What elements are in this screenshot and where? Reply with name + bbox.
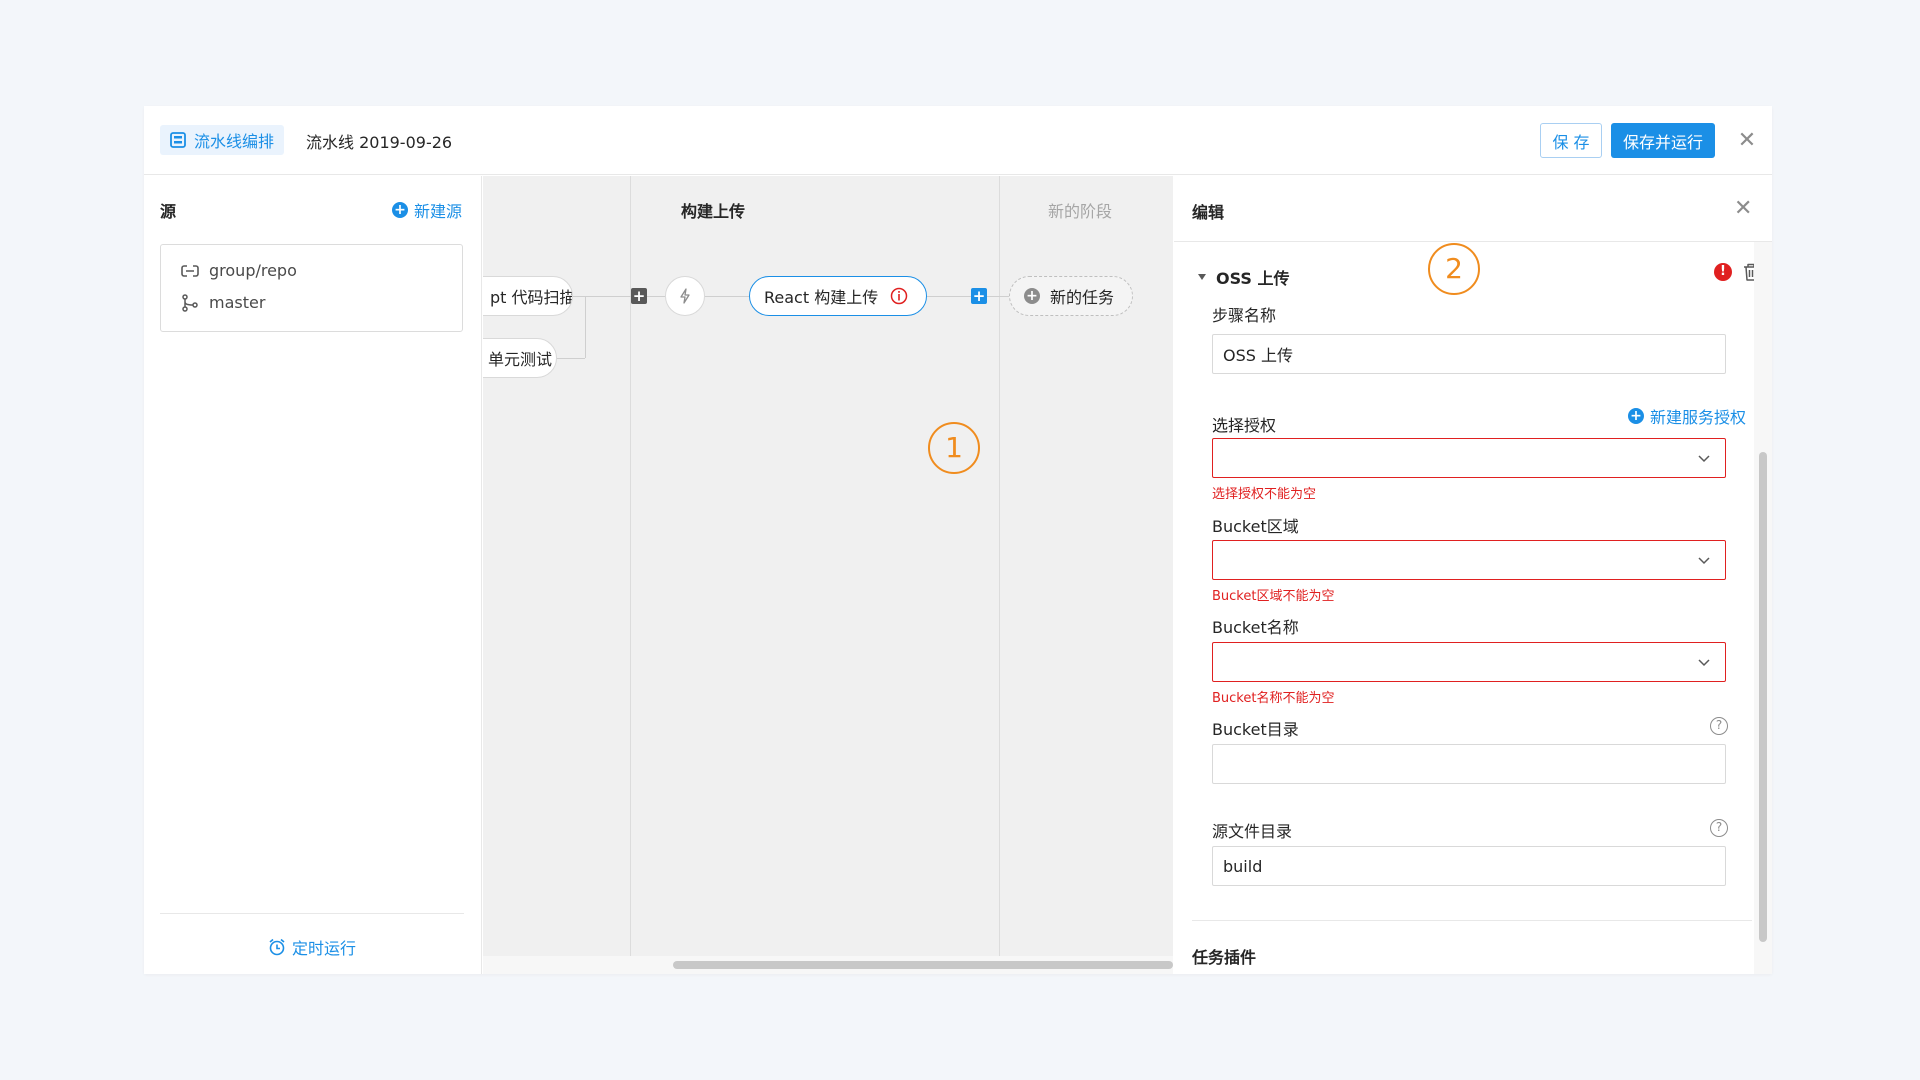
divider xyxy=(160,913,464,914)
bucket-label: Bucket名称 xyxy=(1212,618,1299,637)
stage-divider xyxy=(999,176,1000,956)
connector-line xyxy=(927,296,971,297)
schedule-label: 定时运行 xyxy=(292,939,357,958)
branch-row: master xyxy=(181,293,265,312)
section-title: OSS 上传 xyxy=(1216,269,1290,288)
plus-circle-icon: + xyxy=(1627,408,1644,424)
scrollbar-thumb[interactable] xyxy=(673,961,1173,969)
new-source-label: 新建源 xyxy=(414,202,463,221)
app-label: 流水线编排 xyxy=(194,132,275,151)
section-toggle[interactable]: OSS 上传 xyxy=(1198,265,1290,289)
plus-circle-icon: + xyxy=(1024,288,1040,304)
editor-title: 编辑 xyxy=(1192,203,1225,222)
stage-title-build-upload[interactable]: 构建上传 xyxy=(681,198,745,222)
task-node-label: 单元测试 xyxy=(488,350,553,369)
vertical-scrollbar[interactable] xyxy=(1754,242,1772,974)
chevron-down-icon xyxy=(1698,557,1710,565)
new-service-auth-button[interactable]: + 新建服务授权 xyxy=(1627,404,1746,428)
divider xyxy=(1192,920,1752,921)
link-icon xyxy=(181,264,199,277)
bucket-select[interactable] xyxy=(1212,642,1726,682)
branch-icon xyxy=(182,293,198,312)
task-node-new-task[interactable]: + 新的任务 xyxy=(1009,276,1133,316)
pipeline-canvas[interactable]: 构建上传 新的阶段 pt 代码扫描 单元测试 + React 构建上传 + + … xyxy=(483,176,1173,974)
callout-marker: 1 xyxy=(928,422,980,474)
save-and-run-button[interactable]: 保存并运行 xyxy=(1611,123,1715,158)
task-node-unit-test[interactable]: 单元测试 xyxy=(483,338,557,378)
task-node-react-build[interactable]: React 构建上传 xyxy=(749,276,927,316)
help-icon[interactable]: ? xyxy=(1710,717,1728,735)
sources-title: 源 xyxy=(160,202,177,221)
task-node-label: pt 代码扫描 xyxy=(490,288,573,307)
connector-line xyxy=(585,296,586,358)
info-warning-icon xyxy=(890,287,908,305)
error-icon: ! xyxy=(1714,263,1732,281)
connector-line xyxy=(573,296,639,297)
trigger-node[interactable] xyxy=(665,276,705,316)
save-button[interactable]: 保 存 xyxy=(1540,123,1602,158)
step-name-label: 步骤名称 xyxy=(1212,306,1277,325)
bucket-dir-label: Bucket目录 xyxy=(1212,720,1299,739)
task-plugins-title: 任务插件 xyxy=(1192,948,1257,967)
callout-marker: 2 xyxy=(1428,243,1480,295)
repo-row: group/repo xyxy=(181,261,297,280)
connector-line xyxy=(705,296,749,297)
pipeline-title: 流水线 2019-09-26 xyxy=(306,133,453,152)
top-bar: 流水线编排 流水线 2019-09-26 保 存 保存并运行 ✕ xyxy=(144,106,1772,175)
auth-label: 选择授权 xyxy=(1212,416,1277,435)
app-chip[interactable]: 流水线编排 xyxy=(160,125,285,155)
step-name-input[interactable] xyxy=(1212,334,1726,374)
schedule-run-button[interactable]: 定时运行 xyxy=(268,935,356,959)
connector-line xyxy=(647,296,665,297)
scrollbar-thumb[interactable] xyxy=(1759,452,1767,942)
new-source-button[interactable]: + 新建源 xyxy=(392,198,462,222)
horizontal-scrollbar[interactable] xyxy=(483,956,1173,974)
alarm-clock-icon xyxy=(269,938,285,956)
task-node-label: React 构建上传 xyxy=(764,288,879,307)
close-icon[interactable]: ✕ xyxy=(1734,196,1752,221)
bucket-dir-input[interactable] xyxy=(1212,744,1726,784)
caret-down-icon xyxy=(1198,274,1206,280)
connector-line xyxy=(987,296,1009,297)
region-label: Bucket区域 xyxy=(1212,517,1299,536)
add-stage-icon[interactable]: + xyxy=(971,288,987,304)
sources-panel: 源 + 新建源 group/repo master 定时运行 xyxy=(144,176,482,974)
task-node-label: 新的任务 xyxy=(1050,288,1115,307)
repo-name: group/repo xyxy=(209,261,297,280)
src-dir-label: 源文件目录 xyxy=(1212,822,1293,841)
new-auth-label: 新建服务授权 xyxy=(1649,408,1746,427)
region-select[interactable] xyxy=(1212,540,1726,580)
connector-line xyxy=(557,358,585,359)
close-icon[interactable]: ✕ xyxy=(1734,128,1760,154)
add-parallel-icon[interactable]: + xyxy=(631,288,647,304)
auth-error: 选择授权不能为空 xyxy=(1212,487,1317,502)
pipeline-icon xyxy=(170,132,186,148)
editor-header: 编辑 ✕ xyxy=(1174,176,1772,242)
auth-select[interactable] xyxy=(1212,438,1726,478)
bucket-error: Bucket名称不能为空 xyxy=(1212,691,1335,706)
region-error: Bucket区域不能为空 xyxy=(1212,589,1335,604)
branch-name: master xyxy=(209,293,266,312)
help-icon[interactable]: ? xyxy=(1710,819,1728,837)
editor-panel: 编辑 ✕ OSS 上传 2 ! 步骤名称 选择授权 + 新建服务授权 选择授权不… xyxy=(1174,176,1772,974)
chevron-down-icon xyxy=(1698,455,1710,463)
task-node-code-scan[interactable]: pt 代码扫描 xyxy=(483,276,573,316)
pipeline-editor-window: 流水线编排 流水线 2019-09-26 保 存 保存并运行 ✕ 源 + 新建源… xyxy=(144,106,1772,974)
stage-title-new-stage[interactable]: 新的阶段 xyxy=(1048,198,1112,222)
source-card[interactable]: group/repo master xyxy=(160,244,463,332)
plus-circle-icon: + xyxy=(392,202,408,218)
lightning-icon xyxy=(680,288,690,304)
chevron-down-icon xyxy=(1698,659,1710,667)
src-dir-input[interactable] xyxy=(1212,846,1726,886)
